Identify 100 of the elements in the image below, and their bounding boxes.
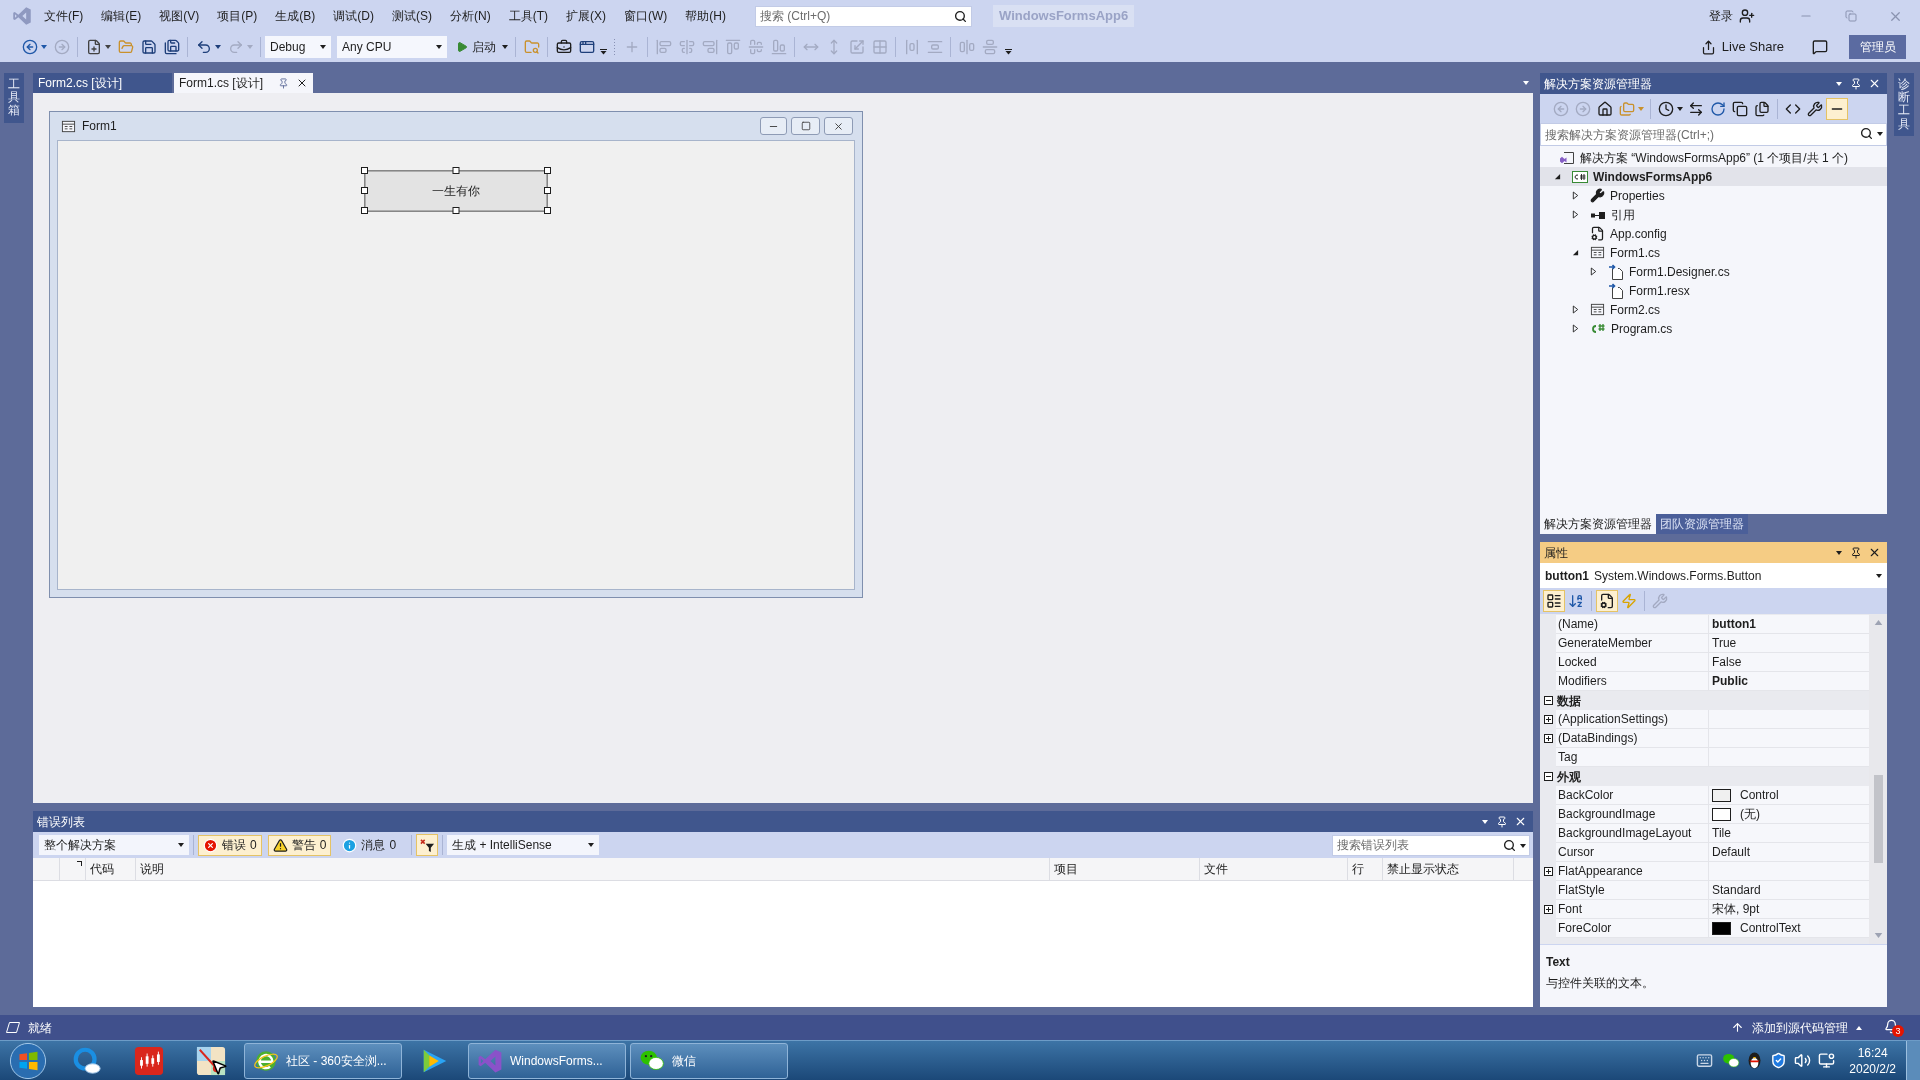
- side-tab[interactable]: 工具箱: [3, 73, 24, 123]
- scrollbar-thumb[interactable]: [1873, 775, 1883, 863]
- speech-bubble-icon[interactable]: [1812, 39, 1828, 55]
- column-header[interactable]: 代码: [86, 858, 136, 880]
- menu-item[interactable]: 扩展(X): [557, 5, 615, 27]
- menu-item[interactable]: 测试(S): [383, 5, 441, 27]
- tree-item[interactable]: WindowsFormsApp6: [1540, 167, 1887, 186]
- menu-item[interactable]: 生成(B): [266, 5, 325, 27]
- briefcase-icon[interactable]: [555, 39, 572, 55]
- property-value[interactable]: Control: [1709, 786, 1869, 805]
- document-tab[interactable]: Form2.cs [设计]: [33, 73, 172, 93]
- expand-box-icon[interactable]: [1543, 734, 1553, 743]
- property-value[interactable]: Default: [1709, 843, 1869, 862]
- sign-in-link[interactable]: 登录: [1709, 7, 1733, 25]
- pin-icon[interactable]: [1850, 546, 1862, 559]
- object-selector[interactable]: button1 System.Windows.Forms.Button: [1540, 563, 1887, 588]
- live-share-button[interactable]: Live Share: [1696, 35, 1788, 59]
- tree-item[interactable]: Program.cs: [1540, 319, 1887, 338]
- close-icon[interactable]: [1514, 815, 1527, 828]
- collapsed-arrow-icon[interactable]: [1572, 305, 1579, 314]
- property-value[interactable]: (无): [1709, 805, 1869, 824]
- menu-item[interactable]: 窗口(W): [615, 5, 677, 27]
- close-icon[interactable]: [1868, 77, 1881, 90]
- app-window-icon[interactable]: [578, 39, 595, 55]
- collapse-box-icon[interactable]: [1543, 772, 1553, 781]
- pin-icon[interactable]: [1850, 77, 1862, 90]
- maximize-button[interactable]: [791, 117, 820, 135]
- tree-item[interactable]: 引用: [1540, 205, 1887, 224]
- play-icon[interactable]: [456, 41, 468, 53]
- menu-item[interactable]: 编辑(E): [92, 5, 151, 27]
- clock-icon[interactable]: [1658, 100, 1674, 117]
- property-value[interactable]: Public: [1709, 672, 1869, 691]
- bell-icon[interactable]: [1884, 1018, 1899, 1034]
- chat-bubbles-icon[interactable]: [1722, 1051, 1741, 1070]
- caret-icon[interactable]: [588, 843, 595, 847]
- tree-item[interactable]: Form1.cs: [1540, 243, 1887, 262]
- column-header[interactable]: 说明: [136, 858, 1050, 880]
- search-field[interactable]: 搜索 (Ctrl+Q): [755, 5, 972, 27]
- grip-icon[interactable]: [613, 38, 616, 56]
- save-icon[interactable]: [140, 39, 157, 55]
- caret-icon[interactable]: [436, 45, 442, 49]
- source-control-button[interactable]: 添加到源代码管理: [1727, 1015, 1866, 1040]
- expand-box-icon[interactable]: [1543, 715, 1553, 724]
- caret-icon[interactable]: [320, 45, 326, 49]
- collapsed-arrow-icon[interactable]: [1590, 267, 1597, 276]
- column-header[interactable]: 禁止显示状态: [1383, 858, 1514, 880]
- collapsed-arrow-icon[interactable]: [1572, 210, 1579, 219]
- start-orb-icon[interactable]: [9, 1041, 47, 1080]
- menu-item[interactable]: 分析(N): [441, 5, 500, 27]
- property-value[interactable]: False: [1709, 653, 1869, 672]
- save-all-icon[interactable]: [163, 39, 180, 55]
- property-value[interactable]: ControlText: [1709, 919, 1869, 938]
- stacked-squares-icon[interactable]: [1732, 100, 1748, 117]
- start-button[interactable]: 启动: [453, 36, 511, 58]
- two-way-arrows-icon[interactable]: [1688, 100, 1704, 117]
- funnel-x-icon[interactable]: [416, 834, 439, 856]
- caret-icon[interactable]: [178, 843, 184, 847]
- column-header[interactable]: 项目: [1050, 858, 1200, 880]
- search-icon[interactable]: [1503, 838, 1516, 852]
- overflow-icon[interactable]: [600, 49, 607, 55]
- close-icon[interactable]: [296, 77, 308, 89]
- categorized-list-icon[interactable]: [1543, 590, 1565, 612]
- tree-item[interactable]: App.config: [1540, 224, 1887, 243]
- caret-icon[interactable]: [502, 45, 508, 49]
- platform-dropdown[interactable]: Any CPU: [337, 36, 447, 58]
- back-icon[interactable]: [21, 39, 38, 55]
- caret-icon[interactable]: [1836, 550, 1842, 555]
- expand-box-icon[interactable]: [1543, 905, 1553, 914]
- clock[interactable]: 16:24 2020/2/2: [1849, 1044, 1896, 1077]
- property-value[interactable]: Tile: [1709, 824, 1869, 843]
- search-icon[interactable]: [954, 9, 967, 23]
- wrench-icon[interactable]: [1807, 100, 1823, 117]
- property-value[interactable]: button1: [1709, 615, 1869, 634]
- configuration-dropdown[interactable]: Debug: [265, 36, 331, 58]
- scope-dropdown[interactable]: 整个解决方案: [39, 835, 189, 855]
- property-value[interactable]: True: [1709, 634, 1869, 653]
- caret-icon[interactable]: [1876, 573, 1882, 578]
- expand-box-icon[interactable]: [1543, 867, 1553, 876]
- form-button[interactable]: 一生有你: [365, 171, 547, 211]
- tree-item[interactable]: Form1.Designer.cs: [1540, 262, 1887, 281]
- shield-icon[interactable]: [1770, 1052, 1788, 1069]
- network-monitor-icon[interactable]: [1818, 1052, 1836, 1069]
- caret-icon[interactable]: [215, 45, 221, 49]
- menu-item[interactable]: 帮助(H): [676, 5, 735, 27]
- color-tile-icon[interactable]: [196, 1045, 226, 1076]
- caret-icon[interactable]: [1520, 843, 1526, 848]
- menu-item[interactable]: 调试(D): [324, 5, 383, 27]
- minus-icon[interactable]: [1826, 97, 1848, 120]
- collapsed-arrow-icon[interactable]: [1572, 324, 1579, 333]
- property-value[interactable]: Standard: [1709, 881, 1869, 900]
- user-plus-icon[interactable]: [1739, 8, 1755, 24]
- tree-item[interactable]: 解决方案 “WindowsFormsApp6” (1 个项目/共 1 个): [1540, 148, 1887, 167]
- menu-item[interactable]: 工具(T): [499, 5, 557, 27]
- expanded-arrow-icon[interactable]: [1554, 173, 1561, 180]
- document-tab[interactable]: Form1.cs [设计]: [174, 73, 313, 93]
- side-tab[interactable]: 诊断工具: [1893, 73, 1914, 136]
- property-value[interactable]: 宋体, 9pt: [1709, 900, 1869, 919]
- menu-item[interactable]: 文件(F): [35, 5, 93, 27]
- tree-item[interactable]: Form1.resx: [1540, 281, 1887, 300]
- pin-icon[interactable]: [1496, 815, 1508, 828]
